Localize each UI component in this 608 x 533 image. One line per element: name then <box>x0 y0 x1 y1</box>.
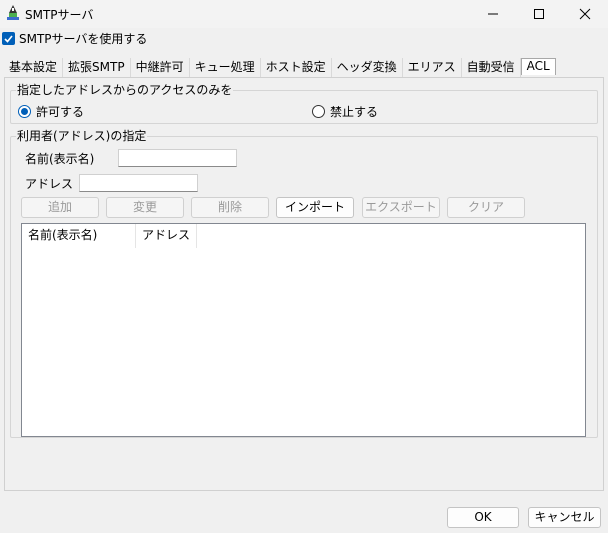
close-button[interactable] <box>562 0 608 28</box>
tab-strip: 基本設定 拡張SMTP 中継許可 キュー処理 ホスト設定 ヘッダ変換 エリアス … <box>4 58 556 78</box>
maximize-icon <box>534 9 544 19</box>
tab-host[interactable]: ホスト設定 <box>260 58 332 78</box>
minimize-button[interactable] <box>470 0 516 28</box>
tab-header[interactable]: ヘッダ変換 <box>331 58 403 78</box>
minimize-icon <box>488 13 498 15</box>
address-label: アドレス <box>25 177 74 191</box>
column-header-address[interactable]: アドレス <box>136 224 197 248</box>
enable-smtp-label: SMTPサーバを使用する <box>19 31 148 46</box>
deny-label: 禁止する <box>330 105 379 119</box>
ok-button[interactable]: OK <box>447 507 519 528</box>
tab-basic[interactable]: 基本設定 <box>4 58 64 78</box>
allow-option[interactable]: 許可する <box>18 103 84 120</box>
allow-radio[interactable] <box>18 105 31 118</box>
add-button[interactable]: 追加 <box>21 197 99 218</box>
access-group: 指定したアドレスからのアクセスのみを 許可する 禁止する <box>10 83 598 124</box>
enable-smtp-row[interactable]: SMTPサーバを使用する <box>2 30 147 46</box>
name-label: 名前(表示名) <box>25 152 95 166</box>
tab-relay[interactable]: 中継許可 <box>130 58 190 78</box>
name-input[interactable] <box>118 149 237 167</box>
tab-acl[interactable]: ACL <box>520 58 556 75</box>
access-group-legend: 指定したアドレスからのアクセスのみを <box>16 83 234 97</box>
export-button[interactable]: エクスポート <box>362 197 440 218</box>
tab-auto-receive[interactable]: 自動受信 <box>461 58 521 78</box>
enable-smtp-checkbox[interactable] <box>2 31 15 45</box>
tab-queue[interactable]: キュー処理 <box>189 58 261 78</box>
check-icon <box>4 34 13 43</box>
allow-label: 許可する <box>36 105 85 119</box>
acl-panel: 指定したアドレスからのアクセスのみを 許可する 禁止する 利用者(アドレス)の指… <box>4 77 604 491</box>
app-icon <box>7 5 19 20</box>
deny-radio[interactable] <box>312 105 325 118</box>
change-button[interactable]: 変更 <box>106 197 184 218</box>
deny-option[interactable]: 禁止する <box>312 103 378 120</box>
acl-list[interactable]: 名前(表示名) アドレス <box>21 223 586 437</box>
title-bar: SMTPサーバ <box>0 0 608 28</box>
close-icon <box>579 8 591 20</box>
user-group-legend: 利用者(アドレス)の指定 <box>16 129 148 143</box>
cancel-button[interactable]: キャンセル <box>528 507 601 528</box>
tab-alias[interactable]: エリアス <box>402 58 462 78</box>
address-input[interactable] <box>79 174 198 192</box>
window-title: SMTPサーバ <box>25 8 94 22</box>
column-header-name[interactable]: 名前(表示名) <box>22 224 136 248</box>
clear-button[interactable]: クリア <box>447 197 525 218</box>
delete-button[interactable]: 削除 <box>191 197 269 218</box>
import-button[interactable]: インポート <box>276 197 354 218</box>
maximize-button[interactable] <box>516 0 562 28</box>
tab-extended-smtp[interactable]: 拡張SMTP <box>63 58 131 78</box>
